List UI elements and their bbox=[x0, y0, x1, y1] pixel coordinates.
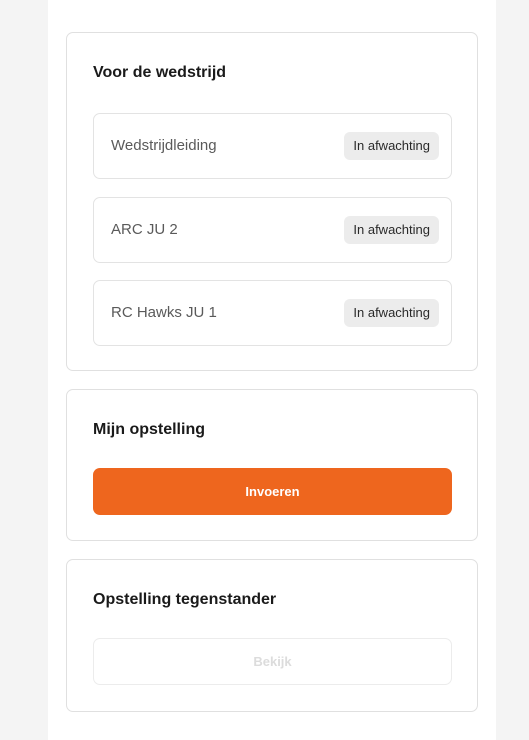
opponent-lineup-card: Opstelling tegenstander Bekijk bbox=[66, 559, 478, 712]
my-lineup-card: Mijn opstelling Invoeren bbox=[66, 389, 478, 541]
enter-lineup-button[interactable]: Invoeren bbox=[93, 468, 452, 515]
pre-match-item-team-hawks[interactable]: RC Hawks JU 1 In afwachting bbox=[93, 280, 452, 346]
view-opponent-lineup-button[interactable]: Bekijk bbox=[93, 638, 452, 685]
pre-match-item-label: RC Hawks JU 1 bbox=[111, 304, 217, 321]
pre-match-item-label: ARC JU 2 bbox=[111, 221, 178, 238]
pre-match-card: Voor de wedstrijd Wedstrijdleiding In af… bbox=[66, 32, 478, 371]
status-badge: In afwachting bbox=[344, 132, 439, 160]
status-badge: In afwachting bbox=[344, 299, 439, 327]
status-badge: In afwachting bbox=[344, 216, 439, 244]
opponent-lineup-title: Opstelling tegenstander bbox=[93, 591, 277, 608]
pre-match-item-label: Wedstrijdleiding bbox=[111, 137, 217, 154]
my-lineup-title: Mijn opstelling bbox=[93, 421, 205, 438]
pre-match-title: Voor de wedstrijd bbox=[93, 64, 227, 81]
pre-match-item-team-arc[interactable]: ARC JU 2 In afwachting bbox=[93, 197, 452, 263]
pre-match-item-referee[interactable]: Wedstrijdleiding In afwachting bbox=[93, 113, 452, 179]
